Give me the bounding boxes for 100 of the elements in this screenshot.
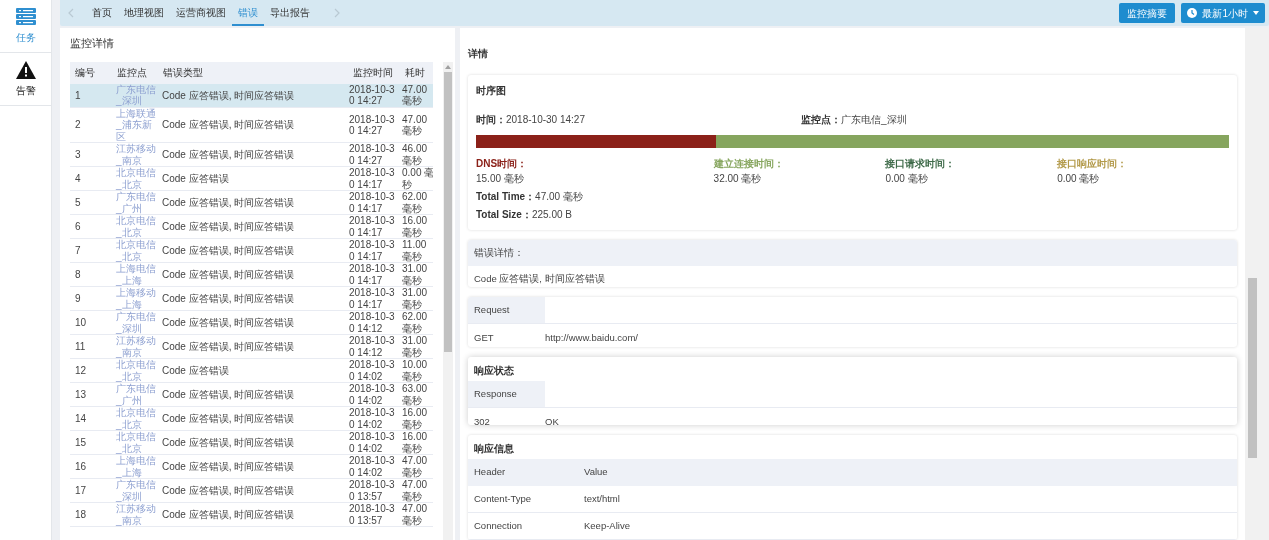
nav-tab[interactable]: 运营商视图 [170, 0, 232, 26]
table-cell-text: 2018-10-30 14:27 [348, 143, 396, 167]
scroll-up-icon[interactable] [445, 64, 451, 69]
summary-button[interactable]: 监控摘要 [1119, 3, 1176, 23]
error-detail-text: Code 应答错误, 时间应答错误 [473, 272, 606, 287]
table-cell-text: 62.00 毫秒 [401, 191, 429, 215]
table-cell-text: 47.00 毫秒 [401, 455, 429, 479]
table-cell-text: Code 应答错误, 时间应答错误 [161, 197, 296, 209]
column-header: 监控时间 [352, 66, 394, 81]
chevron-right-icon[interactable] [334, 8, 340, 18]
table-cell: OK [545, 415, 559, 426]
table-cell-text: Code 应答错误, 时间应答错误 [161, 389, 296, 401]
table-cell-text: 10.00 毫秒 [401, 359, 429, 383]
table-cell-text: 46.00 毫秒 [401, 143, 429, 167]
table-cell-text: Code 应答错误 [161, 173, 230, 185]
table-cell-text: 302 [474, 415, 491, 426]
column-header: Value [584, 465, 608, 480]
table-cell-text: 11 [74, 341, 87, 353]
scrollbar-thumb[interactable] [444, 71, 452, 352]
table-cell-text: Code 应答错误, 时间应答错误 [161, 437, 296, 449]
table-cell-text: 10 [74, 317, 88, 329]
time-range-dropdown[interactable]: 最新1小时 [1181, 3, 1265, 23]
scrollbar-thumb[interactable] [1248, 278, 1257, 458]
table-cell-text: Code 应答错误, 时间应答错误 [161, 119, 296, 131]
column-header: Response [468, 380, 545, 407]
table-cell-text: 12 [74, 365, 88, 377]
table-cell-text: 31.00 毫秒 [401, 287, 429, 311]
table-cell-text: 2018-10-30 13:57 [348, 479, 396, 503]
table-cell: Keep-Alive [584, 518, 630, 533]
nav-tab[interactable]: 地理视图 [118, 0, 170, 26]
timing-value: 32.00 毫秒 [713, 172, 763, 186]
table-cell-text: 2018-10-30 14:17 [348, 191, 396, 215]
caret-icon [1253, 11, 1259, 15]
table-cell-text: 62.00 毫秒 [401, 311, 429, 335]
table-cell-text: 15 [74, 437, 88, 449]
table-row[interactable]: 2 上海联通_浦东新区 Code 应答错误, 时间应答错误 2018-10-30 14:27 47.00 毫秒 [70, 107, 433, 144]
timing-value: 0.00 毫秒 [1057, 172, 1101, 186]
table-cell-text: 18 [74, 509, 88, 521]
server-list-icon [15, 7, 36, 26]
sidebar-item[interactable]: 任务 [0, 0, 51, 53]
table-cell-text: Content-Type [474, 491, 533, 506]
chevron-left-icon[interactable] [68, 8, 74, 18]
timing-label: 接口请求时间： [885, 157, 957, 171]
table-cell-text: 47.00 毫秒 [401, 503, 429, 527]
table-cell-text: 2018-10-30 14:17 [348, 239, 396, 263]
table-cell-text: 2018-10-30 14:17 [348, 215, 396, 239]
panel-title: 监控详情 [70, 36, 115, 51]
card-title: 响应状态 [473, 363, 515, 378]
table-cell-text: Code 应答错误, 时间应答错误 [161, 221, 296, 233]
card-header: 错误详情： [468, 240, 1237, 267]
table-cell-text: 47.00 毫秒 [401, 113, 429, 137]
timing-label: 建立连接时间： [713, 157, 785, 171]
table-cell-text: 2018-10-30 14:02 [348, 455, 396, 479]
timing-value: 15.00 毫秒 [476, 172, 525, 186]
nav-tab[interactable]: 首页 [86, 0, 118, 26]
warning-icon [15, 60, 36, 79]
table-cell-text: Code 应答错误, 时间应答错误 [161, 413, 296, 425]
table-cell-text: 1 [74, 89, 82, 101]
clock-icon [1187, 8, 1198, 18]
table-cell-text: 31.00 毫秒 [401, 263, 429, 287]
column-header: 编号 [74, 66, 96, 81]
table-cell-text: Code 应答错误, 时间应答错误 [161, 461, 296, 473]
table-cell-text: Connection [474, 518, 524, 533]
table-cell-text: 2018-10-30 14:02 [348, 431, 396, 455]
card-title: 响应信息 [473, 442, 515, 457]
sidebar-item[interactable]: 告警 [0, 53, 51, 106]
table-cell-text: 2018-10-30 14:02 [348, 359, 396, 383]
table-cell-text: 3 [74, 149, 82, 161]
timing-value: 0.00 毫秒 [885, 172, 929, 186]
table-cell-text: 31.00 毫秒 [401, 335, 429, 359]
table-cell-text: Code 应答错误, 时间应答错误 [161, 245, 296, 257]
table-cell-text: 16 [74, 461, 88, 473]
table-cell-text: 8 [74, 269, 82, 281]
table-cell-text: Code 应答错误, 时间应答错误 [161, 89, 296, 101]
table-cell-text: 2018-10-30 14:27 [348, 113, 396, 137]
column-header: Header [474, 465, 507, 480]
table-cell-text: 63.00 毫秒 [401, 383, 429, 407]
column-header: 错误类型 [162, 66, 204, 81]
table-cell: text/html [584, 491, 620, 506]
table-cell-text: 2018-10-30 14:12 [348, 335, 396, 359]
scrollbar[interactable] [443, 61, 453, 540]
table-cell-text: Code 应答错误, 时间应答错误 [161, 149, 296, 161]
table-cell-text: 2018-10-30 14:12 [348, 311, 396, 335]
table-cell-text: 7 [74, 245, 82, 257]
table-cell-text: 9 [74, 293, 82, 305]
table-cell-text: 2018-10-30 14:02 [348, 407, 396, 431]
table-cell-text: Code 应答错误, 时间应答错误 [161, 485, 296, 497]
table-cell-text: 6 [74, 221, 82, 233]
table-cell-text: Code 应答错误, 时间应答错误 [161, 269, 296, 281]
time-text: 时间：2018-10-30 14:27 [476, 113, 586, 127]
table-cell-text: 16.00 毫秒 [401, 431, 429, 455]
table-cell-text: 16.00 毫秒 [401, 215, 429, 239]
table-cell-text: 47.00 毫秒 [401, 83, 429, 107]
column-header: Request [468, 296, 545, 324]
table-cell-text: 2 [74, 119, 82, 131]
table-cell-text: Code 应答错误, 时间应答错误 [161, 509, 296, 521]
table-cell-text: 16.00 毫秒 [401, 407, 429, 431]
table-cell-text: Code 应答错误 [161, 365, 230, 377]
timing-label: 接口响应时间： [1057, 157, 1129, 171]
nav-tab[interactable]: 导出报告 [264, 0, 316, 26]
